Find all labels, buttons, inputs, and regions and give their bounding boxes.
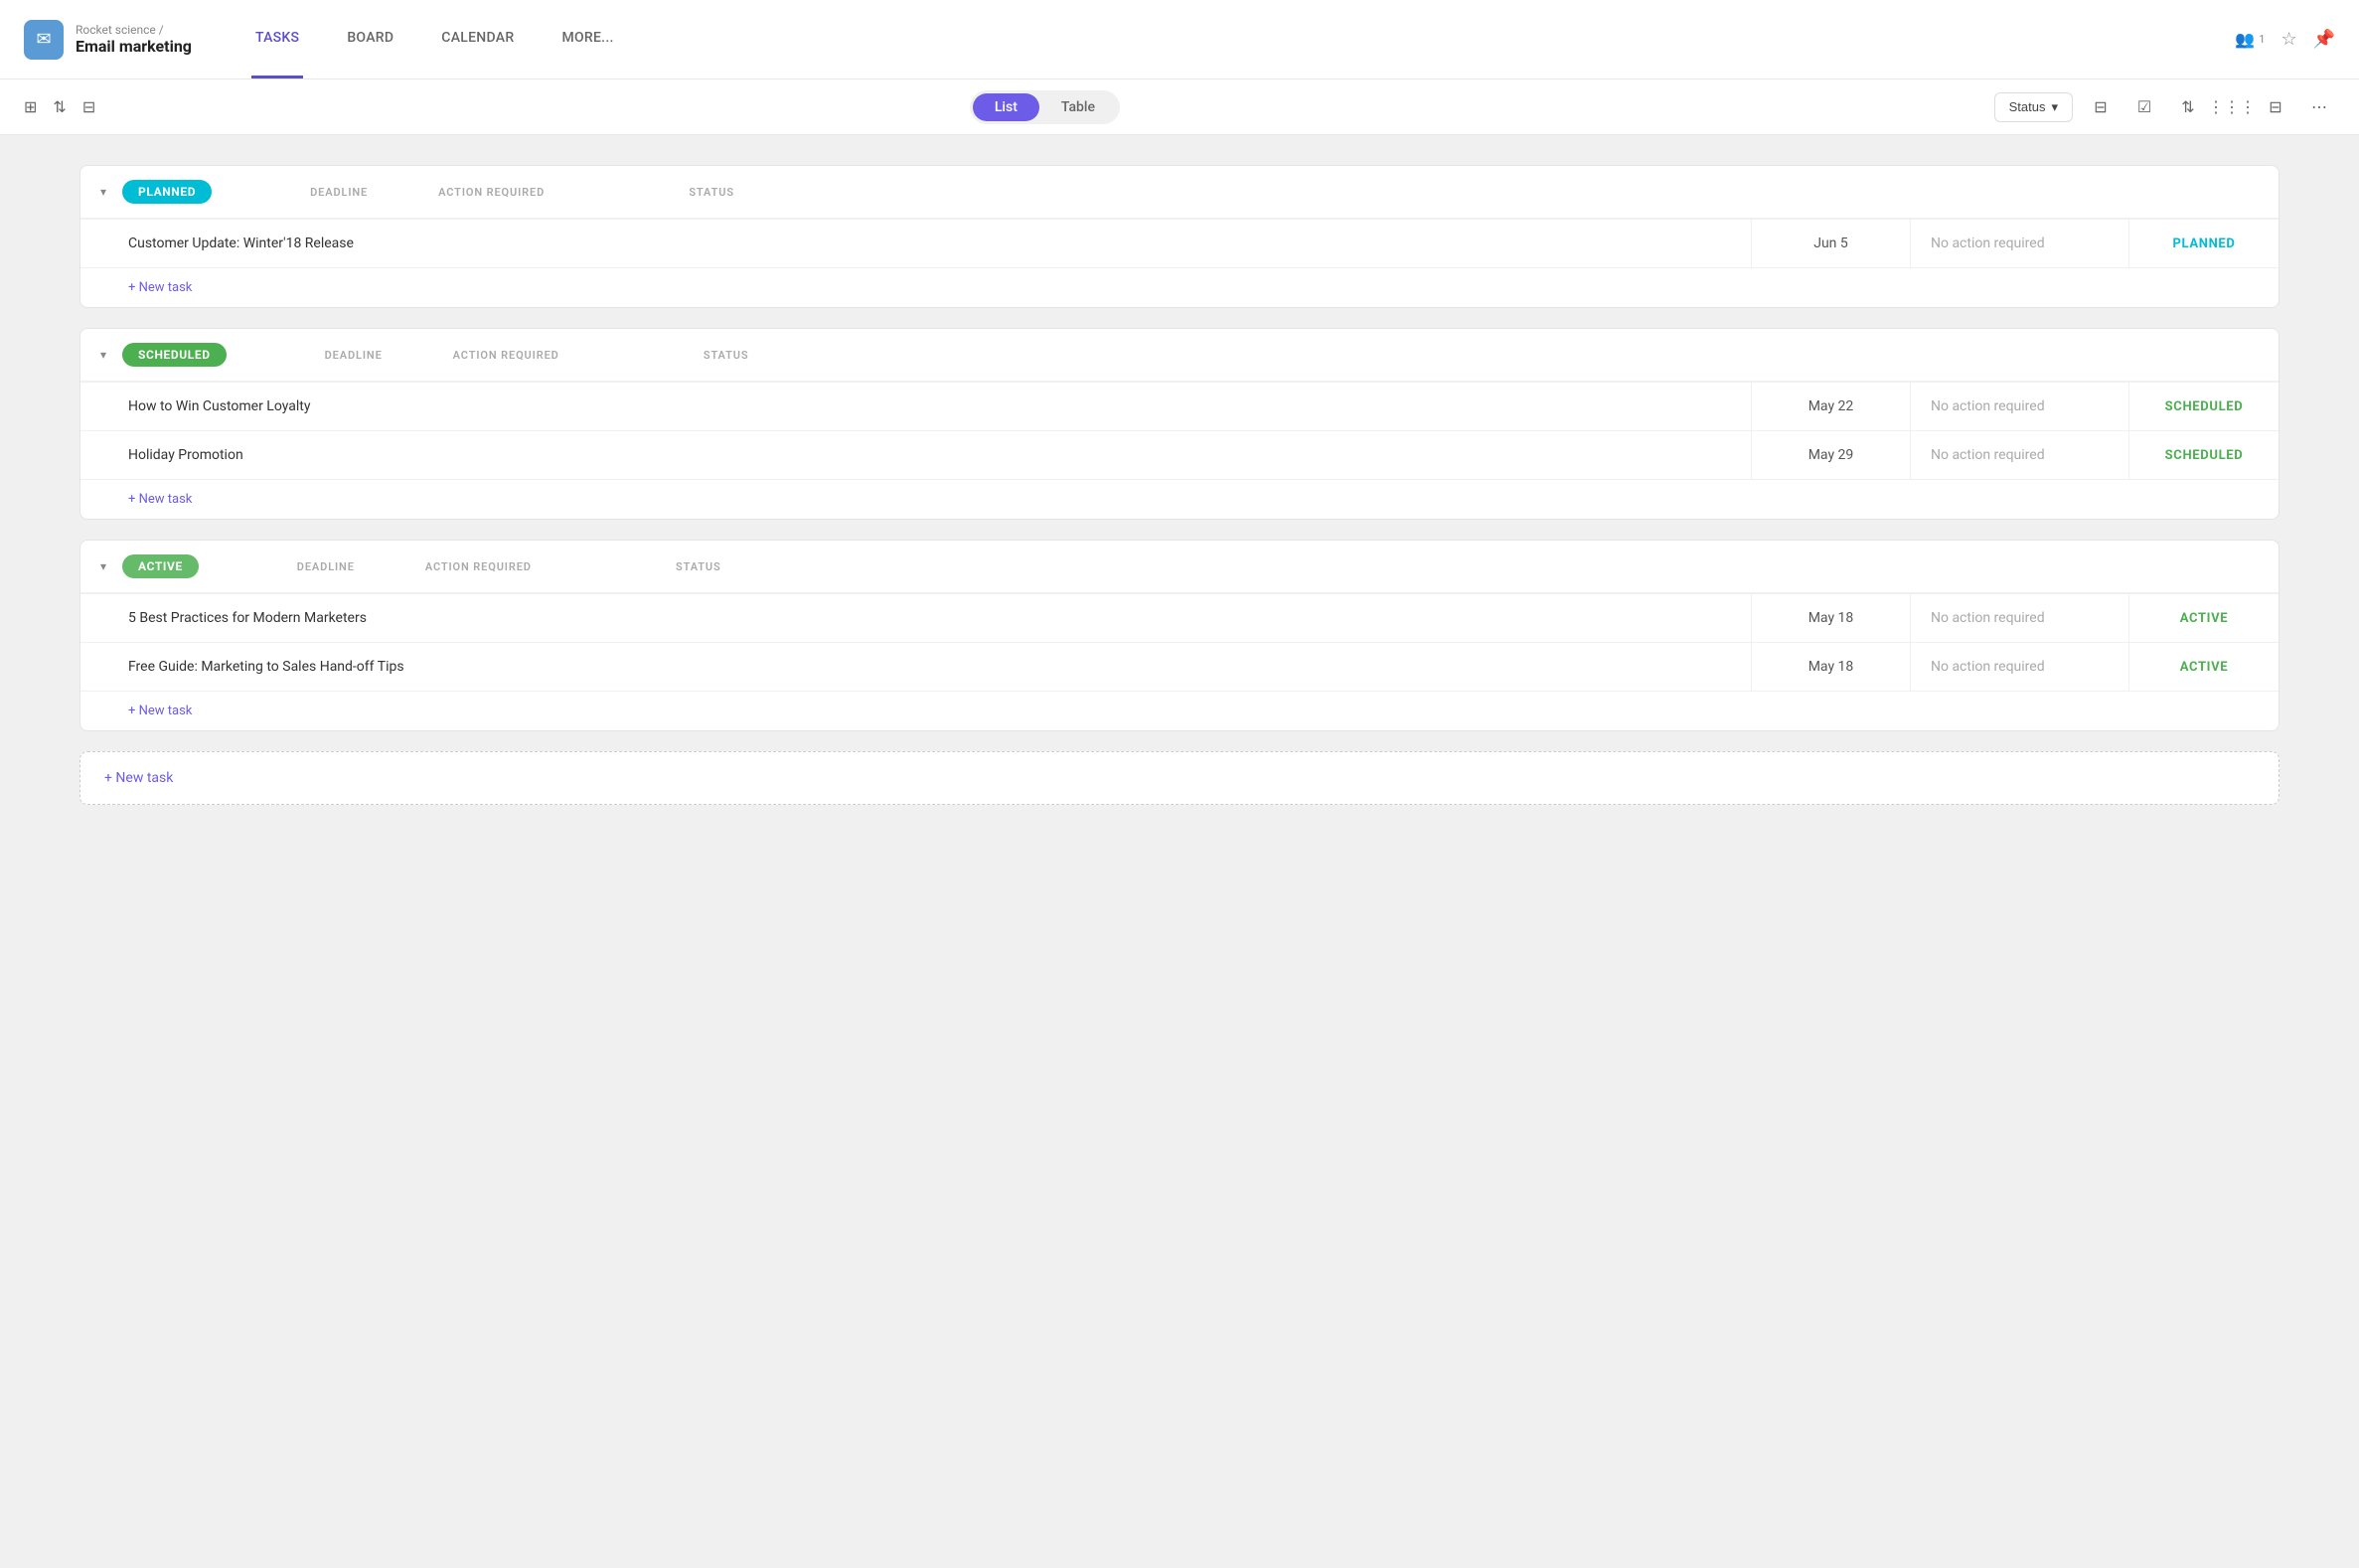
- col-header-status-planned: STATUS: [637, 186, 786, 199]
- filter-icon[interactable]: ⊟: [2260, 91, 2291, 123]
- tab-board[interactable]: BOARD: [343, 0, 397, 78]
- tab-tasks[interactable]: TASKS: [251, 0, 303, 78]
- task-status: PLANNED: [2129, 221, 2279, 267]
- group-header-active: ▾ ACTIVE DEADLINE ACTION REQUIRED STATUS: [80, 541, 2279, 593]
- header: ✉ Rocket science / Email marketing TASKS…: [0, 0, 2359, 79]
- task-name[interactable]: Customer Update: Winter'18 Release: [80, 220, 1752, 267]
- task-action-required: No action required: [1911, 383, 2129, 430]
- collapse-active-icon[interactable]: ▾: [100, 559, 106, 573]
- view-toggle-container: List Table: [95, 90, 1993, 124]
- toolbar-right: Status ▾ ⊟ ☑ ⇅ ⋮⋮⋮ ⊟ ⋯: [1994, 91, 2335, 123]
- more-options-icon[interactable]: ⋯: [2303, 91, 2335, 123]
- task-action-required: No action required: [1911, 431, 2129, 479]
- tab-calendar[interactable]: CALENDAR: [437, 0, 518, 78]
- group-label-planned: PLANNED: [122, 180, 212, 204]
- task-name[interactable]: How to Win Customer Loyalty: [80, 383, 1752, 430]
- main-nav: TASKS BOARD CALENDAR MORE...: [251, 0, 618, 78]
- task-action-required: No action required: [1911, 643, 2129, 691]
- table-row: Free Guide: Marketing to Sales Hand-off …: [80, 642, 2279, 691]
- task-deadline: May 29: [1752, 431, 1911, 479]
- new-task-button-planned[interactable]: + New task: [80, 267, 2279, 307]
- task-action-required: No action required: [1911, 220, 2129, 267]
- group-icon[interactable]: ⊟: [2085, 91, 2117, 123]
- col-header-deadline-scheduled: DEADLINE: [274, 349, 433, 362]
- toolbar: ⊞ ⇅ ⊟ List Table Status ▾ ⊟ ☑ ⇅ ⋮⋮⋮ ⊟ ⋯: [0, 79, 2359, 135]
- table-row: Holiday Promotion May 29 No action requi…: [80, 430, 2279, 479]
- header-actions: 👥 1 ☆ 📌: [2235, 29, 2335, 50]
- sort-icon[interactable]: ⇅: [2172, 91, 2204, 123]
- columns-icon[interactable]: ⋮⋮⋮: [2216, 91, 2248, 123]
- filter-remove-icon[interactable]: ⊟: [82, 97, 95, 116]
- view-toggle: List Table: [970, 90, 1120, 124]
- collapse-scheduled-icon[interactable]: ▾: [100, 348, 106, 362]
- expand-icon[interactable]: ⊞: [24, 97, 37, 116]
- filter-adjust-icon[interactable]: ⇅: [53, 97, 66, 116]
- table-row: Customer Update: Winter'18 Release Jun 5…: [80, 219, 2279, 267]
- table-view-button[interactable]: Table: [1039, 93, 1117, 121]
- bottom-new-task-card: + New task: [79, 751, 2280, 805]
- table-row: 5 Best Practices for Modern Marketers Ma…: [80, 593, 2279, 642]
- star-icon[interactable]: ☆: [2280, 29, 2296, 50]
- status-filter-chevron: ▾: [2051, 99, 2058, 115]
- group-header-planned: ▾ PLANNED DEADLINE ACTION REQUIRED STATU…: [80, 166, 2279, 219]
- col-header-deadline-active: DEADLINE: [246, 560, 405, 573]
- status-filter-button[interactable]: Status ▾: [1994, 92, 2073, 122]
- task-group-planned: ▾ PLANNED DEADLINE ACTION REQUIRED STATU…: [79, 165, 2280, 308]
- users-count: 1: [2259, 33, 2265, 46]
- col-header-action-active: ACTION REQUIRED: [405, 560, 624, 573]
- col-header-deadline-planned: DEADLINE: [259, 186, 418, 199]
- task-status: ACTIVE: [2129, 595, 2279, 642]
- task-action-required: No action required: [1911, 594, 2129, 642]
- new-task-button-scheduled[interactable]: + New task: [80, 479, 2279, 519]
- status-filter-label: Status: [2009, 99, 2046, 114]
- task-group-active: ▾ ACTIVE DEADLINE ACTION REQUIRED STATUS…: [79, 540, 2280, 731]
- pin-icon[interactable]: 📌: [2313, 29, 2335, 50]
- users-icon-symbol: 👥: [2235, 30, 2255, 49]
- task-name[interactable]: Holiday Promotion: [80, 431, 1752, 479]
- task-status: SCHEDULED: [2129, 432, 2279, 479]
- col-header-status-active: STATUS: [624, 560, 773, 573]
- column-headers-scheduled: DEADLINE ACTION REQUIRED STATUS: [238, 349, 2259, 362]
- parent-project-label: Rocket science /: [76, 23, 192, 37]
- column-headers-active: DEADLINE ACTION REQUIRED STATUS: [211, 560, 2259, 573]
- bottom-new-task-button[interactable]: + New task: [104, 770, 173, 786]
- tab-more[interactable]: MORE...: [557, 0, 617, 78]
- table-row: How to Win Customer Loyalty May 22 No ac…: [80, 382, 2279, 430]
- group-header-scheduled: ▾ SCHEDULED DEADLINE ACTION REQUIRED STA…: [80, 329, 2279, 382]
- task-name[interactable]: 5 Best Practices for Modern Marketers: [80, 594, 1752, 642]
- new-task-button-active[interactable]: + New task: [80, 691, 2279, 730]
- task-group-scheduled: ▾ SCHEDULED DEADLINE ACTION REQUIRED STA…: [79, 328, 2280, 520]
- project-name: Email marketing: [76, 37, 192, 56]
- logo-icon: ✉: [24, 20, 64, 60]
- task-name[interactable]: Free Guide: Marketing to Sales Hand-off …: [80, 643, 1752, 691]
- task-status: SCHEDULED: [2129, 384, 2279, 430]
- column-headers-planned: DEADLINE ACTION REQUIRED STATUS: [224, 186, 2259, 199]
- collapse-planned-icon[interactable]: ▾: [100, 185, 106, 199]
- task-deadline: May 18: [1752, 643, 1911, 691]
- list-view-button[interactable]: List: [973, 93, 1039, 121]
- task-status: ACTIVE: [2129, 644, 2279, 691]
- group-label-active: ACTIVE: [122, 554, 199, 578]
- task-deadline: May 18: [1752, 594, 1911, 642]
- group-label-scheduled: SCHEDULED: [122, 343, 227, 367]
- app-logo: ✉ Rocket science / Email marketing: [24, 20, 192, 60]
- task-deadline: Jun 5: [1752, 220, 1911, 267]
- toolbar-left: ⊞ ⇅ ⊟: [24, 97, 95, 116]
- main-content: ▾ PLANNED DEADLINE ACTION REQUIRED STATU…: [0, 135, 2359, 1568]
- col-header-status-scheduled: STATUS: [652, 349, 801, 362]
- col-header-action-scheduled: ACTION REQUIRED: [433, 349, 652, 362]
- users-icon[interactable]: 👥 1: [2235, 30, 2265, 49]
- task-deadline: May 22: [1752, 383, 1911, 430]
- logo-text: Rocket science / Email marketing: [76, 23, 192, 56]
- check-icon[interactable]: ☑: [2128, 91, 2160, 123]
- col-header-action-planned: ACTION REQUIRED: [418, 186, 637, 199]
